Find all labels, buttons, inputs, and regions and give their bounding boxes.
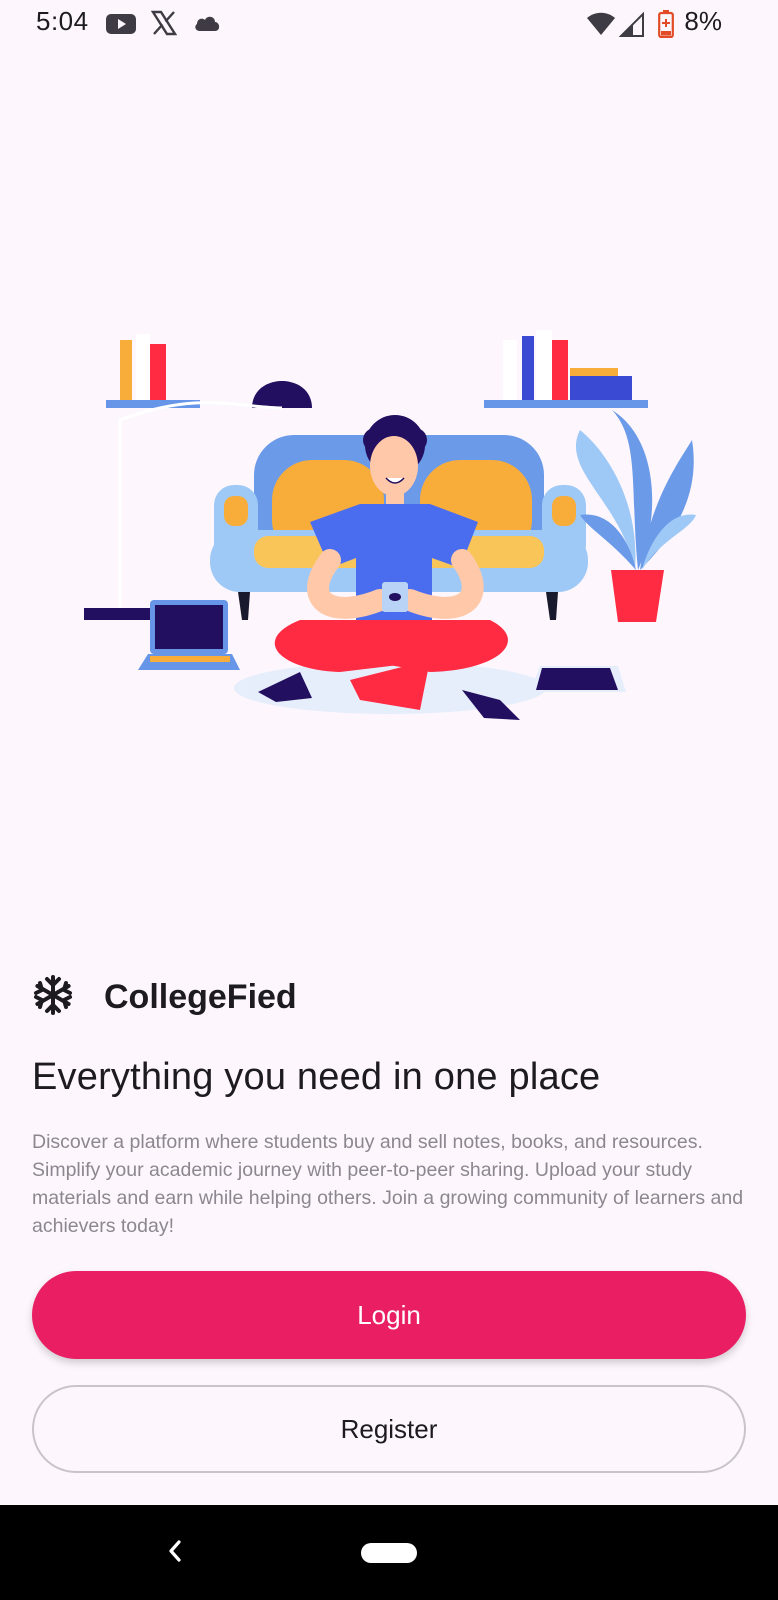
back-icon[interactable] — [160, 1533, 190, 1569]
battery-percent: 8% — [684, 6, 722, 36]
cloud-icon — [193, 14, 221, 37]
status-time: 5:04 — [36, 6, 89, 36]
login-button[interactable]: Login — [32, 1271, 746, 1359]
youtube-icon — [106, 12, 136, 41]
brand: CollegeFied — [32, 972, 297, 1022]
login-button-label: Login — [357, 1299, 421, 1330]
right-bookshelf — [484, 330, 648, 408]
x-icon — [150, 10, 178, 41]
hero-illustration — [0, 300, 778, 760]
home-pill[interactable] — [361, 1543, 417, 1563]
brand-name: CollegeFied — [104, 977, 297, 1016]
battery-icon — [658, 10, 674, 43]
register-button[interactable]: Register — [32, 1385, 746, 1473]
system-nav-bar — [0, 1505, 778, 1600]
tablet — [530, 666, 626, 692]
register-button-label: Register — [340, 1413, 438, 1444]
potted-plant — [575, 410, 696, 622]
wifi-icon — [586, 12, 616, 41]
snowflake-icon — [32, 974, 74, 1021]
left-bookshelf — [106, 334, 200, 408]
status-bar: 5:04 8% — [0, 0, 778, 48]
description: Discover a platform where students buy a… — [32, 1131, 744, 1237]
signal-icon — [618, 11, 645, 43]
laptop — [84, 600, 240, 670]
headline: Everything you need in one place — [32, 1056, 601, 1098]
